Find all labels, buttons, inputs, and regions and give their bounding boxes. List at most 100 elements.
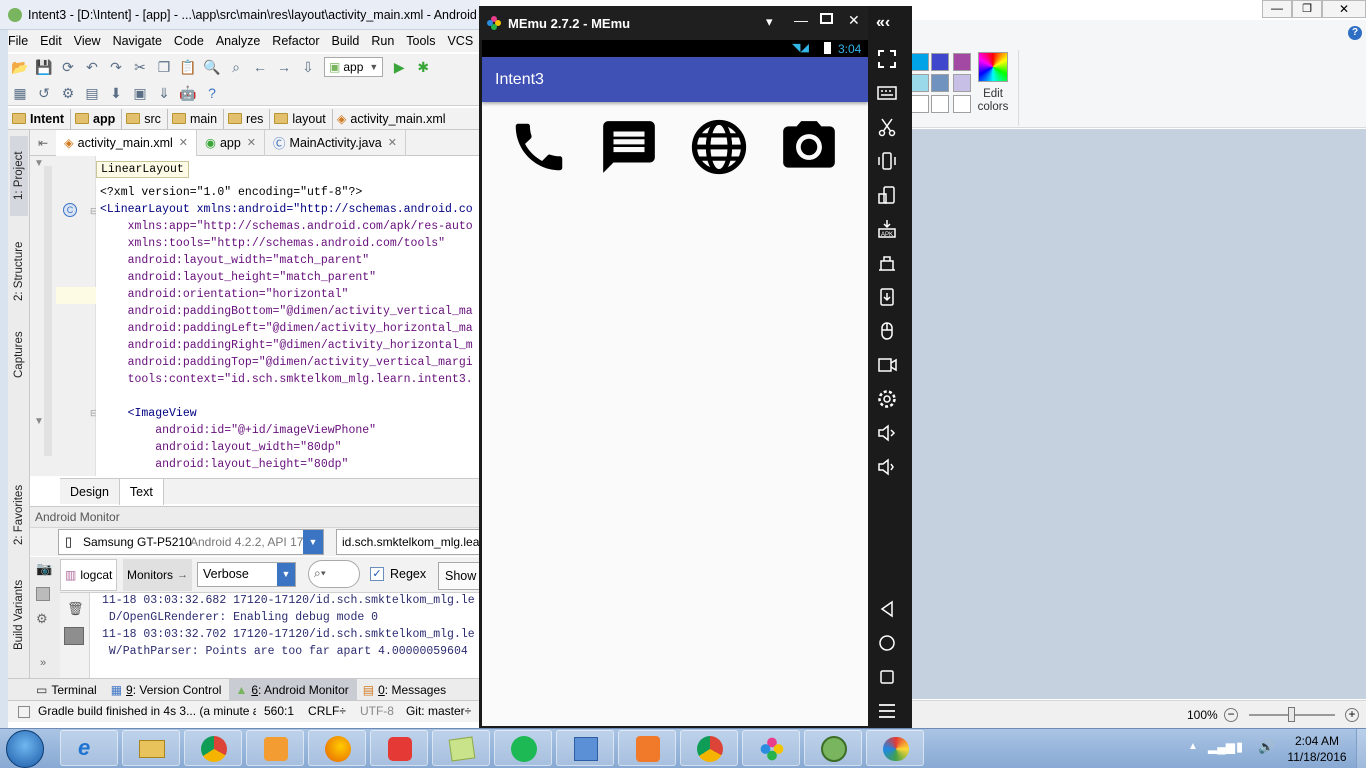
color-swatch[interactable]	[911, 95, 929, 113]
close-button[interactable]: ✕	[1322, 0, 1366, 18]
ucbrowser-taskbar-icon[interactable]	[370, 730, 428, 766]
line-separator[interactable]: CRLF÷	[308, 701, 346, 722]
edit-colors-icon[interactable]	[978, 52, 1008, 82]
structure-icon[interactable]: ▤	[83, 84, 101, 102]
make-project-icon[interactable]: ⇩	[299, 58, 317, 76]
trash-icon[interactable]: 🗑	[67, 601, 84, 617]
debug-icon[interactable]: ✱	[414, 58, 432, 76]
menu-build[interactable]: Build	[332, 34, 360, 48]
captures-tool-tab[interactable]: Captures	[10, 320, 28, 390]
operation-record-icon[interactable]	[876, 252, 898, 274]
chrome-app-taskbar-icon[interactable]	[680, 730, 738, 766]
color-swatch[interactable]	[911, 53, 929, 71]
status-message[interactable]: Gradle build finished in 4s 3... (a minu…	[38, 701, 256, 722]
network-icon[interactable]: ▂▄▆	[1208, 740, 1235, 754]
tab-design[interactable]: Design	[60, 479, 119, 505]
edit-colors-label[interactable]: Edit colors	[973, 88, 1013, 114]
camera-icon[interactable]	[778, 116, 840, 178]
color-swatch[interactable]	[931, 95, 949, 113]
caret-position[interactable]: 560:1	[264, 701, 294, 722]
tab-version-control[interactable]: ▦ 9: Version Control	[105, 679, 230, 701]
restore-button[interactable]: ❐	[1292, 0, 1322, 18]
avd-manager-icon[interactable]: ▣	[131, 84, 149, 102]
tab-app[interactable]: ◉ app ✕	[197, 129, 266, 156]
paint-canvas-area[interactable]	[911, 129, 1366, 699]
menu-code[interactable]: Code	[174, 34, 204, 48]
close-icon[interactable]: ✕	[388, 136, 397, 149]
undo-icon[interactable]: ↶	[83, 58, 101, 76]
screen-record-icon[interactable]	[876, 354, 898, 376]
redo-icon[interactable]: ↷	[107, 58, 125, 76]
volume-down-icon[interactable]	[876, 456, 898, 478]
firefox-taskbar-icon[interactable]	[308, 730, 366, 766]
system-info-icon[interactable]: ⚙	[36, 611, 48, 627]
regex-checkbox[interactable]: ✓	[370, 567, 384, 581]
globe-icon[interactable]	[688, 116, 750, 178]
zoom-slider-thumb[interactable]	[1288, 707, 1295, 722]
spotify-taskbar-icon[interactable]	[494, 730, 552, 766]
memu-close-icon[interactable]: ✕	[848, 12, 860, 29]
cut-icon[interactable]: ✂	[131, 58, 149, 76]
collapse-icon[interactable]: ⇤	[30, 136, 56, 150]
run-config-select[interactable]: ▣ app ▼	[324, 57, 384, 77]
paste-icon[interactable]: 📋	[179, 58, 197, 76]
breadcrumb-item[interactable]: src	[122, 108, 168, 129]
forward-icon[interactable]: →	[275, 58, 293, 76]
file-encoding[interactable]: UTF-8	[360, 701, 394, 722]
menu-run[interactable]: Run	[371, 34, 394, 48]
apk-install-icon[interactable]: APK	[876, 218, 898, 240]
revert-icon[interactable]: ↺	[35, 84, 53, 102]
structure-tool-tab[interactable]: 2: Structure	[10, 226, 28, 316]
ie-taskbar-icon[interactable]: e	[60, 730, 118, 766]
battery-tray-icon[interactable]: ▮	[1236, 739, 1243, 755]
close-icon[interactable]: ✕	[247, 136, 256, 149]
breadcrumb-item[interactable]: app	[71, 108, 123, 129]
copy-icon[interactable]: ❐	[155, 58, 173, 76]
paint-taskbar-icon[interactable]	[866, 730, 924, 766]
run-icon[interactable]: ▶	[390, 58, 408, 76]
tab-terminal[interactable]: ▭ Terminal	[30, 679, 105, 701]
find-icon[interactable]: 🔍	[203, 58, 221, 76]
rotate-icon[interactable]	[876, 184, 898, 206]
package-select[interactable]: id.sch.smktelkom_mlg.lea	[336, 529, 480, 555]
scroll-down-icon[interactable]: ▼	[34, 416, 44, 427]
color-swatch[interactable]	[953, 53, 971, 71]
color-swatch[interactable]	[953, 95, 971, 113]
element-breadcrumb-tooltip[interactable]: LinearLayout	[96, 161, 189, 178]
tab-text[interactable]: Text	[118, 478, 164, 505]
menu-view[interactable]: View	[74, 34, 101, 48]
collapse-sidebar-icon[interactable]: «‹	[876, 14, 890, 32]
code-editor[interactable]: <?xml version="1.0" encoding="utf-8"?> <…	[96, 156, 480, 476]
open-folder-icon[interactable]: 📂	[11, 58, 29, 76]
memu-taskbar-icon[interactable]	[742, 730, 800, 766]
menu-vcs[interactable]: VCS	[447, 34, 473, 48]
home-nav-icon[interactable]	[876, 632, 898, 654]
color-swatch[interactable]	[931, 53, 949, 71]
menu-file[interactable]: File	[8, 34, 28, 48]
tab-android-monitor[interactable]: ▲ 6: Android Monitor	[229, 678, 357, 701]
memu-minimize-icon[interactable]: —	[794, 12, 808, 28]
media-taskbar-icon[interactable]	[246, 730, 304, 766]
show-hidden-icons[interactable]: ▲	[1188, 741, 1198, 752]
menu-refactor[interactable]: Refactor	[272, 34, 319, 48]
notes-taskbar-icon[interactable]	[432, 730, 490, 766]
message-icon[interactable]	[598, 116, 660, 178]
sync-icon[interactable]: ⟳	[59, 58, 77, 76]
tab-logcat[interactable]: ▥ logcat	[60, 559, 118, 591]
project-scrollbar[interactable]	[44, 166, 52, 456]
settings-icon[interactable]: ⚙	[59, 84, 77, 102]
layout-icon[interactable]: ▦	[11, 84, 29, 102]
android-monitor-icon[interactable]: 🤖	[179, 84, 197, 102]
menu-tools[interactable]: Tools	[406, 34, 435, 48]
logcat-output[interactable]: 11-18 03:03:32.682 17120-17120/id.sch.sm…	[90, 593, 480, 678]
menu-edit[interactable]: Edit	[40, 34, 62, 48]
build-variants-tool-tab[interactable]: Build Variants	[10, 570, 28, 660]
shake-icon[interactable]	[876, 150, 898, 172]
color-swatch[interactable]	[953, 74, 971, 92]
start-button[interactable]	[6, 730, 44, 768]
memu-menu-icon[interactable]: ▾	[766, 14, 773, 30]
log-level-select[interactable]: Verbose ▼	[197, 562, 296, 587]
class-marker-icon[interactable]: C	[63, 203, 77, 217]
close-icon[interactable]: ✕	[179, 136, 188, 149]
menu-analyze[interactable]: Analyze	[216, 34, 260, 48]
